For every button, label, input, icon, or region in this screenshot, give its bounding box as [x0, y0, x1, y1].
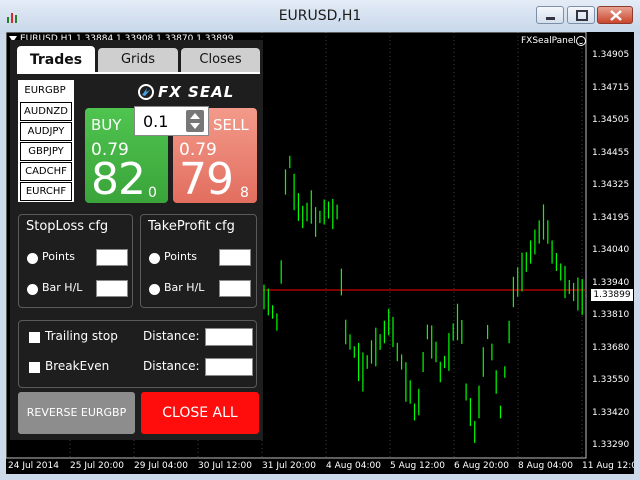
trailing-distance-label: Distance:	[143, 329, 200, 343]
takeprofit-title: TakeProfit cfg	[148, 219, 235, 234]
close-icon	[610, 10, 622, 21]
takeprofit-barhl-radio[interactable]	[149, 284, 160, 295]
breakeven-checkbox[interactable]	[29, 362, 40, 373]
takeprofit-config: TakeProfit cfg Points Bar H/L	[140, 214, 257, 308]
terminal-window: EURUSD,H1 EURUSD,H1 1.33884 1.33908 1.33…	[0, 0, 640, 480]
symbol-eurchf[interactable]: EURCHF	[20, 182, 72, 201]
price-axis-tick: 1.33290	[592, 440, 630, 450]
price-axis-tick: 1.34325	[592, 180, 630, 190]
symbol-list: EURGBP AUDNZD AUDJPY GBPJPY CADCHF EURCH…	[18, 80, 74, 202]
time-axis-tick: 31 Jul 20:00	[262, 461, 316, 471]
maximize-button[interactable]	[567, 6, 595, 24]
time-axis-tick: 5 Aug 12:00	[390, 461, 445, 471]
tab-trades[interactable]: Trades	[17, 46, 95, 72]
takeprofit-points-label: Points	[164, 250, 198, 263]
title-bar[interactable]: EURUSD,H1	[0, 0, 640, 34]
buy-label: BUY	[91, 116, 122, 134]
restore-icon	[576, 10, 588, 21]
buy-price-point: 0	[148, 185, 157, 201]
stoploss-points-input[interactable]	[96, 249, 128, 266]
price-axis-tick: 1.34195	[592, 212, 630, 223]
takeprofit-points-radio[interactable]	[149, 253, 160, 264]
trailing-breakeven-config: Trailing stop Distance: BreakEven Distan…	[18, 320, 257, 388]
minimize-icon	[546, 17, 555, 20]
tab-grids[interactable]: Grids	[98, 48, 178, 72]
tab-closes[interactable]: Closes	[181, 48, 260, 72]
price-axis-tick: 1.33420	[592, 407, 630, 418]
stepper-up-icon[interactable]	[190, 113, 200, 119]
lot-size-field	[134, 106, 209, 136]
price-axis-tick: 1.34715	[592, 82, 630, 93]
price-axis-tick: 1.34040	[592, 245, 630, 255]
symbol-audnzd[interactable]: AUDNZD	[20, 102, 72, 121]
logo-text: FX SEAL	[158, 83, 235, 101]
time-axis-tick: 24 Jul 2014	[8, 461, 59, 471]
price-axis-tick: 1.33940	[592, 277, 630, 288]
price-axis-tick: 1.33810	[592, 310, 630, 320]
takeprofit-points-input[interactable]	[219, 249, 251, 266]
fxseal-logo: FX SEAL	[138, 83, 263, 101]
smiley-icon[interactable]	[576, 36, 586, 46]
breakeven-distance-input[interactable]	[205, 358, 253, 376]
sell-label: SELL	[213, 116, 249, 134]
stoploss-config: StopLoss cfg Points Bar H/L	[18, 214, 133, 308]
current-price-tag: 1.33899	[591, 289, 633, 301]
breakeven-distance-label: Distance:	[143, 359, 200, 373]
lot-stepper[interactable]	[186, 110, 204, 132]
price-axis-tick: 1.34905	[592, 50, 630, 60]
reverse-position-button[interactable]: REVERSE EURGBP	[18, 392, 135, 434]
stoploss-barhl-radio[interactable]	[27, 284, 38, 295]
price-axis-tick: 1.34505	[592, 115, 630, 125]
symbol-audjpy[interactable]: AUDJPY	[20, 122, 72, 141]
symbol-cadchf[interactable]: CADCHF	[20, 162, 72, 181]
tab-underline	[17, 72, 260, 74]
price-axis-tick: 1.33550	[592, 375, 630, 385]
time-axis-tick: 11 Aug 12:00	[582, 461, 634, 471]
time-axis-tick: 6 Aug 20:00	[454, 461, 509, 471]
buy-price-pips: 82	[91, 154, 146, 205]
minimize-button[interactable]	[536, 6, 564, 24]
time-axis-tick: 4 Aug 04:00	[326, 461, 381, 471]
stoploss-points-radio[interactable]	[27, 253, 38, 264]
breakeven-label: BreakEven	[45, 359, 110, 373]
stepper-down-icon[interactable]	[190, 123, 200, 129]
stoploss-points-label: Points	[42, 250, 76, 263]
time-axis-tick: 29 Jul 04:00	[134, 461, 188, 471]
trailing-stop-checkbox[interactable]	[29, 332, 40, 343]
takeprofit-barhl-label: Bar H/L	[164, 281, 205, 294]
symbol-gbpjpy[interactable]: GBPJPY	[20, 142, 72, 161]
lot-size-input[interactable]	[137, 109, 183, 133]
trailing-distance-input[interactable]	[205, 328, 253, 346]
sell-price-pips: 79	[179, 154, 234, 205]
stoploss-barhl-label: Bar H/L	[42, 281, 83, 294]
close-button[interactable]	[597, 6, 633, 24]
sell-price-point: 8	[240, 185, 249, 201]
stoploss-barhl-input[interactable]	[96, 280, 128, 297]
expert-name: FXSealPanel	[521, 36, 576, 46]
stoploss-title: StopLoss cfg	[26, 219, 109, 234]
time-axis-tick: 8 Aug 04:00	[518, 461, 573, 471]
takeprofit-barhl-input[interactable]	[219, 280, 251, 297]
time-axis-tick: 25 Jul 20:00	[70, 461, 124, 471]
symbol-eurgbp[interactable]: EURGBP	[20, 82, 70, 99]
close-all-button[interactable]: CLOSE ALL	[141, 392, 259, 434]
price-axis-tick: 1.34455	[592, 147, 630, 158]
trailing-stop-label: Trailing stop	[45, 329, 118, 343]
fxseal-trade-panel: Trades Grids Closes EURGBP AUDNZD AUDJPY…	[10, 40, 263, 440]
time-axis-tick: 30 Jul 12:00	[198, 461, 252, 471]
seal-logo-icon	[138, 84, 154, 100]
price-axis-tick: 1.33680	[592, 342, 630, 353]
